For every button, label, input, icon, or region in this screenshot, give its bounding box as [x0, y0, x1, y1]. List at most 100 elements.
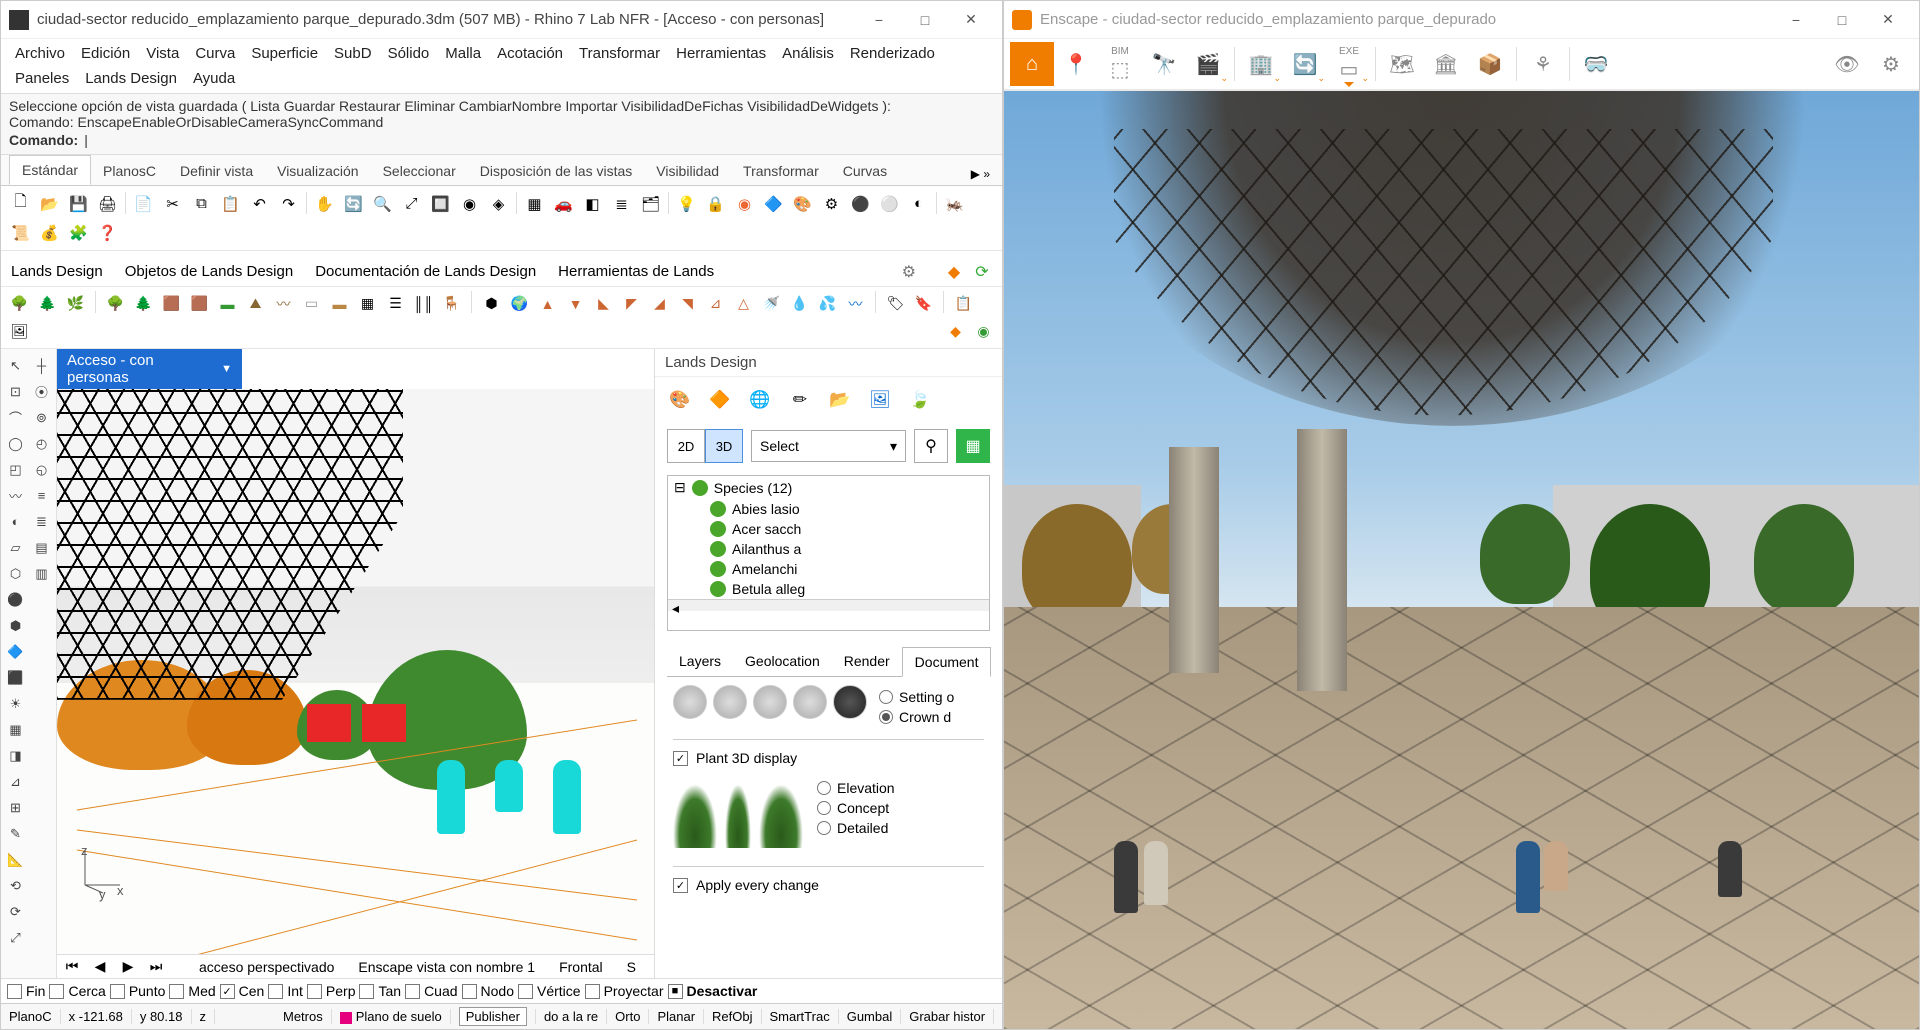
menu-archivo[interactable]: Archivo: [7, 41, 73, 66]
pin-icon[interactable]: 📍: [1054, 42, 1098, 86]
hole-icon[interactable]: ◤: [619, 291, 644, 316]
crown-radio[interactable]: [879, 710, 893, 724]
menu-herramientas[interactable]: Herramientas: [668, 41, 774, 66]
tool-icon[interactable]: ↖: [3, 353, 28, 378]
path-icon[interactable]: ▭: [299, 291, 324, 316]
picture-icon[interactable]: 🖼: [867, 387, 893, 413]
tree-group-icon[interactable]: 🌲: [131, 291, 156, 316]
osnap-cerca[interactable]: Cerca: [49, 983, 105, 999]
view-tab[interactable]: acceso perspectivado: [199, 959, 334, 975]
named-views-icon[interactable]: ◈: [485, 190, 512, 217]
tool-icon[interactable]: ⟳: [3, 899, 28, 924]
view-tab[interactable]: Frontal: [559, 959, 603, 975]
label-icon[interactable]: 🏷: [883, 291, 908, 316]
pond-icon[interactable]: △: [731, 291, 756, 316]
tab-transformar[interactable]: Transformar: [731, 157, 831, 185]
menu-renderizado[interactable]: Renderizado: [842, 41, 943, 66]
tab-visualización[interactable]: Visualización: [265, 157, 370, 185]
tool-icon[interactable]: ▥: [29, 561, 54, 586]
menu-transformar[interactable]: Transformar: [571, 41, 668, 66]
panorama-icon[interactable]: 🔄: [1283, 42, 1327, 86]
sprinkler-icon[interactable]: 🚿: [759, 291, 784, 316]
forest2-icon[interactable]: 🟫: [187, 291, 212, 316]
tool-icon[interactable]: 🔷: [3, 639, 28, 664]
clapperboard-icon[interactable]: 🎬: [1186, 42, 1230, 86]
plant-thumb[interactable]: [793, 685, 827, 719]
status-toggle-planar[interactable]: Planar: [649, 1009, 704, 1024]
osnap-nodo[interactable]: Nodo: [462, 983, 514, 999]
minimize-button[interactable]: −: [856, 5, 902, 35]
command-input-row[interactable]: Comando: |: [9, 130, 994, 150]
enscape-sync-icon[interactable]: ◆: [942, 260, 966, 284]
cplane-icon[interactable]: ◧: [579, 190, 606, 217]
hedge-icon[interactable]: ▬: [215, 291, 240, 316]
osnap-int[interactable]: Int: [268, 983, 303, 999]
select-dropdown[interactable]: Select▾: [751, 430, 906, 462]
list-icon[interactable]: 📋: [951, 291, 976, 316]
tool-icon[interactable]: 〰: [3, 483, 28, 508]
gear-icon[interactable]: ⚙: [902, 262, 916, 282]
map-pin-icon[interactable]: 🗺: [1380, 42, 1424, 86]
tool-icon[interactable]: ⚫: [3, 587, 28, 612]
viewport-canvas[interactable]: z x y: [57, 389, 654, 954]
species-tree[interactable]: ⊟ Species (12) Abies lasioAcer sacchAila…: [667, 475, 990, 631]
path2-icon[interactable]: ◥: [675, 291, 700, 316]
tab-disposición-de-las-vistas[interactable]: Disposición de las vistas: [468, 157, 645, 185]
osnap-cuad[interactable]: Cuad: [405, 983, 457, 999]
leaf-icon[interactable]: 🍃: [907, 387, 933, 413]
plant-3d-checkbox[interactable]: ✓: [673, 751, 688, 766]
setting-radio[interactable]: [879, 690, 893, 704]
forest-icon[interactable]: 🟫: [159, 291, 184, 316]
tool-icon[interactable]: ≣: [29, 509, 54, 534]
lands-tab[interactable]: Lands Design: [9, 257, 105, 286]
next-view-button[interactable]: ▶: [119, 958, 137, 975]
notes-icon[interactable]: 💰: [36, 219, 63, 246]
plant-thumb[interactable]: [713, 685, 747, 719]
tool-icon[interactable]: ☀: [3, 691, 28, 716]
building-icon[interactable]: 🏢: [1239, 42, 1283, 86]
section-icon[interactable]: ⊿: [703, 291, 728, 316]
status-toggle-smarttrac[interactable]: SmartTrac: [762, 1009, 839, 1024]
globe-icon[interactable]: 🌐: [747, 387, 773, 413]
groundcover-icon[interactable]: 🌿: [63, 291, 88, 316]
menu-ayuda[interactable]: Ayuda: [185, 66, 243, 91]
color-wheel-icon[interactable]: 🎨: [667, 387, 693, 413]
tab-planosc[interactable]: PlanosC: [91, 157, 168, 185]
menu-acotación[interactable]: Acotación: [489, 41, 571, 66]
tool-icon[interactable]: ▱: [3, 535, 28, 560]
exe-export-icon[interactable]: EXE▭: [1327, 42, 1371, 86]
print-icon[interactable]: 🖨: [94, 190, 121, 217]
tool-icon[interactable]: ⌒: [3, 405, 28, 430]
tool-icon[interactable]: ⊿: [3, 769, 28, 794]
status-toggle-refobj[interactable]: RefObj: [704, 1009, 761, 1024]
rotate-view-icon[interactable]: 🔄: [340, 190, 367, 217]
doc-tab-geolocation[interactable]: Geolocation: [733, 647, 832, 676]
minimize-button[interactable]: −: [1773, 5, 1819, 35]
grasshopper-icon[interactable]: 🦗: [941, 190, 968, 217]
pan-icon[interactable]: ✋: [311, 190, 338, 217]
plugin-icon[interactable]: 🧩: [65, 219, 92, 246]
tool-icon[interactable]: ◨: [3, 743, 28, 768]
import-icon[interactable]: 📄: [130, 190, 157, 217]
osnap-fin[interactable]: Fin: [7, 983, 45, 999]
tool-icon[interactable]: 📐: [3, 847, 28, 872]
tool-icon[interactable]: ◯: [3, 431, 28, 456]
status-plane[interactable]: PlanoC: [1, 1009, 61, 1024]
status-publisher[interactable]: Publisher: [451, 1009, 536, 1024]
render-icon[interactable]: ◉: [731, 190, 758, 217]
menu-edición[interactable]: Edición: [73, 41, 138, 66]
species-item[interactable]: Ailanthus a: [668, 539, 989, 559]
stairs-icon[interactable]: ☰: [383, 291, 408, 316]
species-root[interactable]: ⊟ Species (12): [668, 476, 989, 499]
sphere3-icon[interactable]: ◐: [905, 190, 932, 217]
wall-icon[interactable]: ▬: [327, 291, 352, 316]
sphere-icon[interactable]: ⚫: [847, 190, 874, 217]
asset-library-icon[interactable]: 🏛: [1424, 42, 1468, 86]
tool-icon[interactable]: ▦: [3, 717, 28, 742]
properties-icon[interactable]: 🗂: [637, 190, 664, 217]
last-view-button[interactable]: ⏭: [147, 958, 165, 975]
tabs-overflow[interactable]: ▶ »: [967, 163, 994, 185]
maximize-button[interactable]: □: [1819, 5, 1865, 35]
doc-tab-layers[interactable]: Layers: [667, 647, 733, 676]
cut-icon[interactable]: ✂: [159, 190, 186, 217]
